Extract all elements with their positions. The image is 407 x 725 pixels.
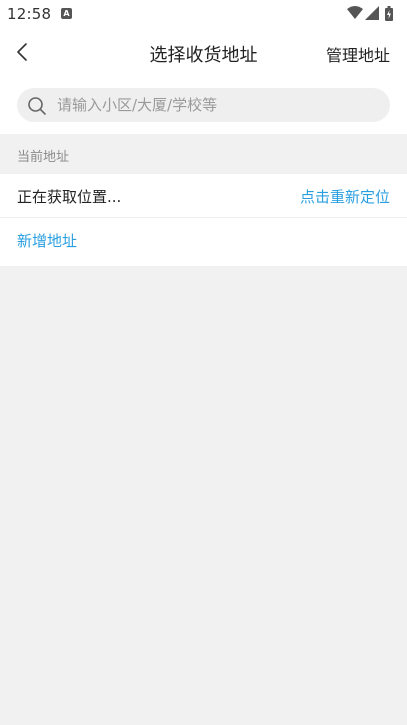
search-box[interactable]: [17, 88, 390, 122]
top-app-bar: 选择收货地址 管理地址: [0, 28, 407, 76]
status-bar: 12:58 A: [0, 0, 407, 28]
battery-icon: [385, 6, 393, 21]
search-icon: [28, 97, 46, 115]
search-input[interactable]: [57, 88, 377, 122]
signal-icon: [365, 6, 379, 20]
add-address-label: 新增地址: [17, 232, 78, 250]
add-address-button[interactable]: 新增地址: [0, 218, 407, 266]
manage-address-button[interactable]: 管理地址: [326, 42, 390, 66]
current-address-section-header: 当前地址: [0, 134, 407, 174]
current-location-row: 正在获取位置... 点击重新定位: [0, 174, 407, 218]
relocate-button[interactable]: 点击重新定位: [300, 186, 390, 207]
search-area: [0, 76, 407, 134]
wifi-icon: [347, 6, 363, 19]
location-status-text: 正在获取位置...: [17, 188, 122, 206]
status-time: 12:58: [7, 5, 52, 23]
section-title: 当前地址: [17, 150, 70, 165]
notification-icon: A: [61, 8, 72, 19]
